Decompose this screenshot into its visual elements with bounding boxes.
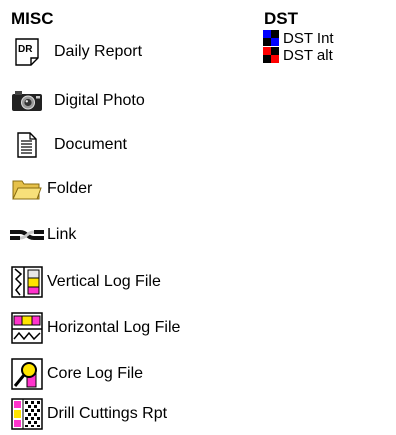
item-label: Folder: [47, 180, 93, 197]
daily-report-icon: DR: [10, 35, 44, 69]
dst-alt-icon: [263, 47, 279, 63]
item-label: Digital Photo: [54, 92, 145, 109]
dst-int-icon: [263, 30, 279, 46]
item-label: Core Log File: [47, 365, 144, 382]
list-item-folder[interactable]: Folder: [10, 172, 92, 206]
list-item-core-log-file[interactable]: Core Log File: [10, 357, 143, 391]
item-label: Daily Report: [54, 43, 143, 60]
item-label: Vertical Log File: [47, 273, 161, 290]
list-item-dst-alt[interactable]: DST alt: [263, 46, 333, 64]
list-item-dst-int[interactable]: DST Int: [263, 29, 334, 47]
list-item-horizontal-log-file[interactable]: Horizontal Log File: [10, 311, 180, 345]
drill-cuttings-icon: [10, 397, 44, 431]
item-label: Horizontal Log File: [47, 319, 181, 336]
document-icon: [10, 128, 44, 162]
list-item-digital-photo[interactable]: Digital Photo: [10, 84, 145, 118]
item-label: Link: [47, 226, 77, 243]
link-icon: [10, 218, 44, 252]
list-item-drill-cuttings-rpt[interactable]: Drill Cuttings Rpt: [10, 397, 167, 431]
list-item-document[interactable]: Document: [10, 128, 127, 162]
item-label: DST alt: [283, 46, 333, 64]
list-item-vertical-log-file[interactable]: Vertical Log File: [10, 265, 161, 299]
dst-section-title: DST: [264, 9, 298, 28]
list-item-daily-report[interactable]: DR Daily Report: [10, 35, 142, 69]
core-log-icon: [10, 357, 44, 391]
folder-icon: [10, 172, 44, 206]
item-label: DST Int: [283, 29, 334, 47]
vertical-log-icon: [10, 265, 44, 299]
camera-icon: [10, 84, 44, 118]
item-label: Document: [54, 136, 127, 153]
item-label: Drill Cuttings Rpt: [47, 405, 168, 422]
daily-report-icon-text: DR: [18, 44, 33, 55]
misc-section-title: MISC: [11, 9, 54, 28]
horizontal-log-icon: [10, 311, 44, 345]
list-item-link[interactable]: Link: [10, 218, 76, 252]
